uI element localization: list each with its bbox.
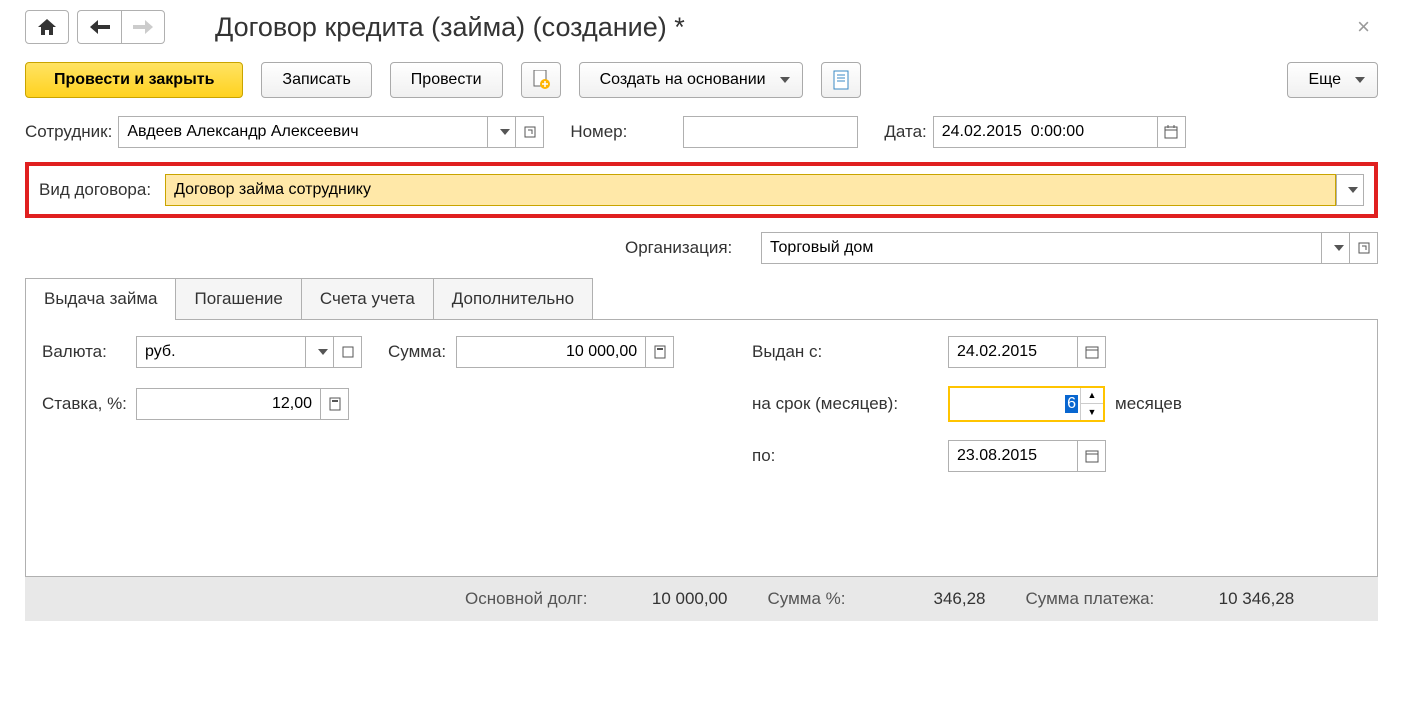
open-icon (342, 346, 354, 358)
rate-label: Ставка, %: (42, 394, 126, 414)
number-label: Номер: (570, 122, 627, 142)
term-suffix: месяцев (1115, 394, 1182, 414)
rate-input[interactable] (136, 388, 321, 420)
arrow-right-icon (133, 20, 153, 34)
org-open[interactable] (1350, 232, 1378, 264)
org-label: Организация: (625, 238, 755, 258)
chevron-down-icon (318, 349, 328, 355)
to-label: по: (752, 446, 938, 466)
report-button[interactable] (821, 62, 861, 98)
rate-calc[interactable] (321, 388, 349, 420)
calendar-icon (1164, 125, 1178, 139)
home-button[interactable] (25, 10, 69, 44)
currency-dropdown[interactable] (306, 336, 334, 368)
tab-repay[interactable]: Погашение (175, 278, 301, 319)
term-spinner[interactable]: 6 ▲ ▼ (948, 386, 1105, 422)
employee-open[interactable] (516, 116, 544, 148)
tab-issue[interactable]: Выдача займа (25, 278, 176, 319)
open-icon (524, 126, 536, 138)
principal-value: 10 000,00 (628, 589, 728, 609)
currency-input[interactable] (136, 336, 306, 368)
term-value: 6 (1065, 395, 1078, 413)
amount-label: Сумма: (388, 342, 446, 362)
back-button[interactable] (77, 10, 121, 44)
forward-button[interactable] (121, 10, 165, 44)
currency-label: Валюта: (42, 342, 126, 362)
calendar-icon (1085, 449, 1099, 463)
payment-label: Сумма платежа: (1026, 589, 1155, 609)
to-calendar[interactable] (1078, 440, 1106, 472)
open-icon (1358, 242, 1370, 254)
org-input[interactable] (761, 232, 1322, 264)
term-down[interactable]: ▼ (1081, 404, 1103, 420)
contract-type-label: Вид договора: (39, 180, 151, 200)
post-and-close-button[interactable]: Провести и закрыть (25, 62, 243, 98)
chevron-down-icon (1355, 77, 1365, 83)
employee-label: Сотрудник: (25, 122, 112, 142)
contract-type-input[interactable] (165, 174, 1336, 206)
page-title: Договор кредита (займа) (создание) * (215, 12, 1349, 43)
principal-label: Основной долг: (465, 589, 588, 609)
arrow-left-icon (90, 20, 110, 34)
term-up[interactable]: ▲ (1081, 388, 1103, 404)
close-button[interactable]: × (1349, 14, 1378, 40)
attachment-button[interactable] (521, 62, 561, 98)
issued-from-input[interactable] (948, 336, 1078, 368)
issued-from-calendar[interactable] (1078, 336, 1106, 368)
chevron-down-icon (1334, 245, 1344, 251)
home-icon (38, 19, 56, 35)
more-label: Еще (1308, 71, 1341, 89)
amount-input[interactable] (456, 336, 646, 368)
calculator-icon (654, 345, 666, 359)
amount-calc[interactable] (646, 336, 674, 368)
org-dropdown[interactable] (1322, 232, 1350, 264)
term-label: на срок (месяцев): (752, 394, 938, 414)
contract-type-dropdown[interactable] (1336, 174, 1364, 206)
payment-value: 10 346,28 (1194, 589, 1294, 609)
calendar-icon (1085, 345, 1099, 359)
employee-input[interactable] (118, 116, 488, 148)
to-input[interactable] (948, 440, 1078, 472)
number-input[interactable] (683, 116, 858, 148)
date-picker-button[interactable] (1158, 116, 1186, 148)
more-button[interactable]: Еще (1287, 62, 1378, 98)
tab-additional[interactable]: Дополнительно (433, 278, 593, 319)
date-input[interactable] (933, 116, 1158, 148)
contract-type-row: Вид договора: (25, 162, 1378, 218)
percent-label: Сумма %: (768, 589, 846, 609)
chevron-down-icon (780, 77, 790, 83)
document-icon (532, 70, 550, 90)
calculator-icon (329, 397, 341, 411)
chevron-down-icon (1348, 187, 1358, 193)
tab-accounts[interactable]: Счета учета (301, 278, 434, 319)
issued-from-label: Выдан с: (752, 342, 938, 362)
save-button[interactable]: Записать (261, 62, 371, 98)
employee-dropdown[interactable] (488, 116, 516, 148)
report-icon (833, 70, 849, 90)
post-button[interactable]: Провести (390, 62, 503, 98)
create-based-button[interactable]: Создать на основании (579, 62, 803, 98)
create-based-label: Создать на основании (600, 71, 766, 89)
percent-value: 346,28 (886, 589, 986, 609)
currency-open[interactable] (334, 336, 362, 368)
date-label: Дата: (884, 122, 926, 142)
chevron-down-icon (500, 129, 510, 135)
